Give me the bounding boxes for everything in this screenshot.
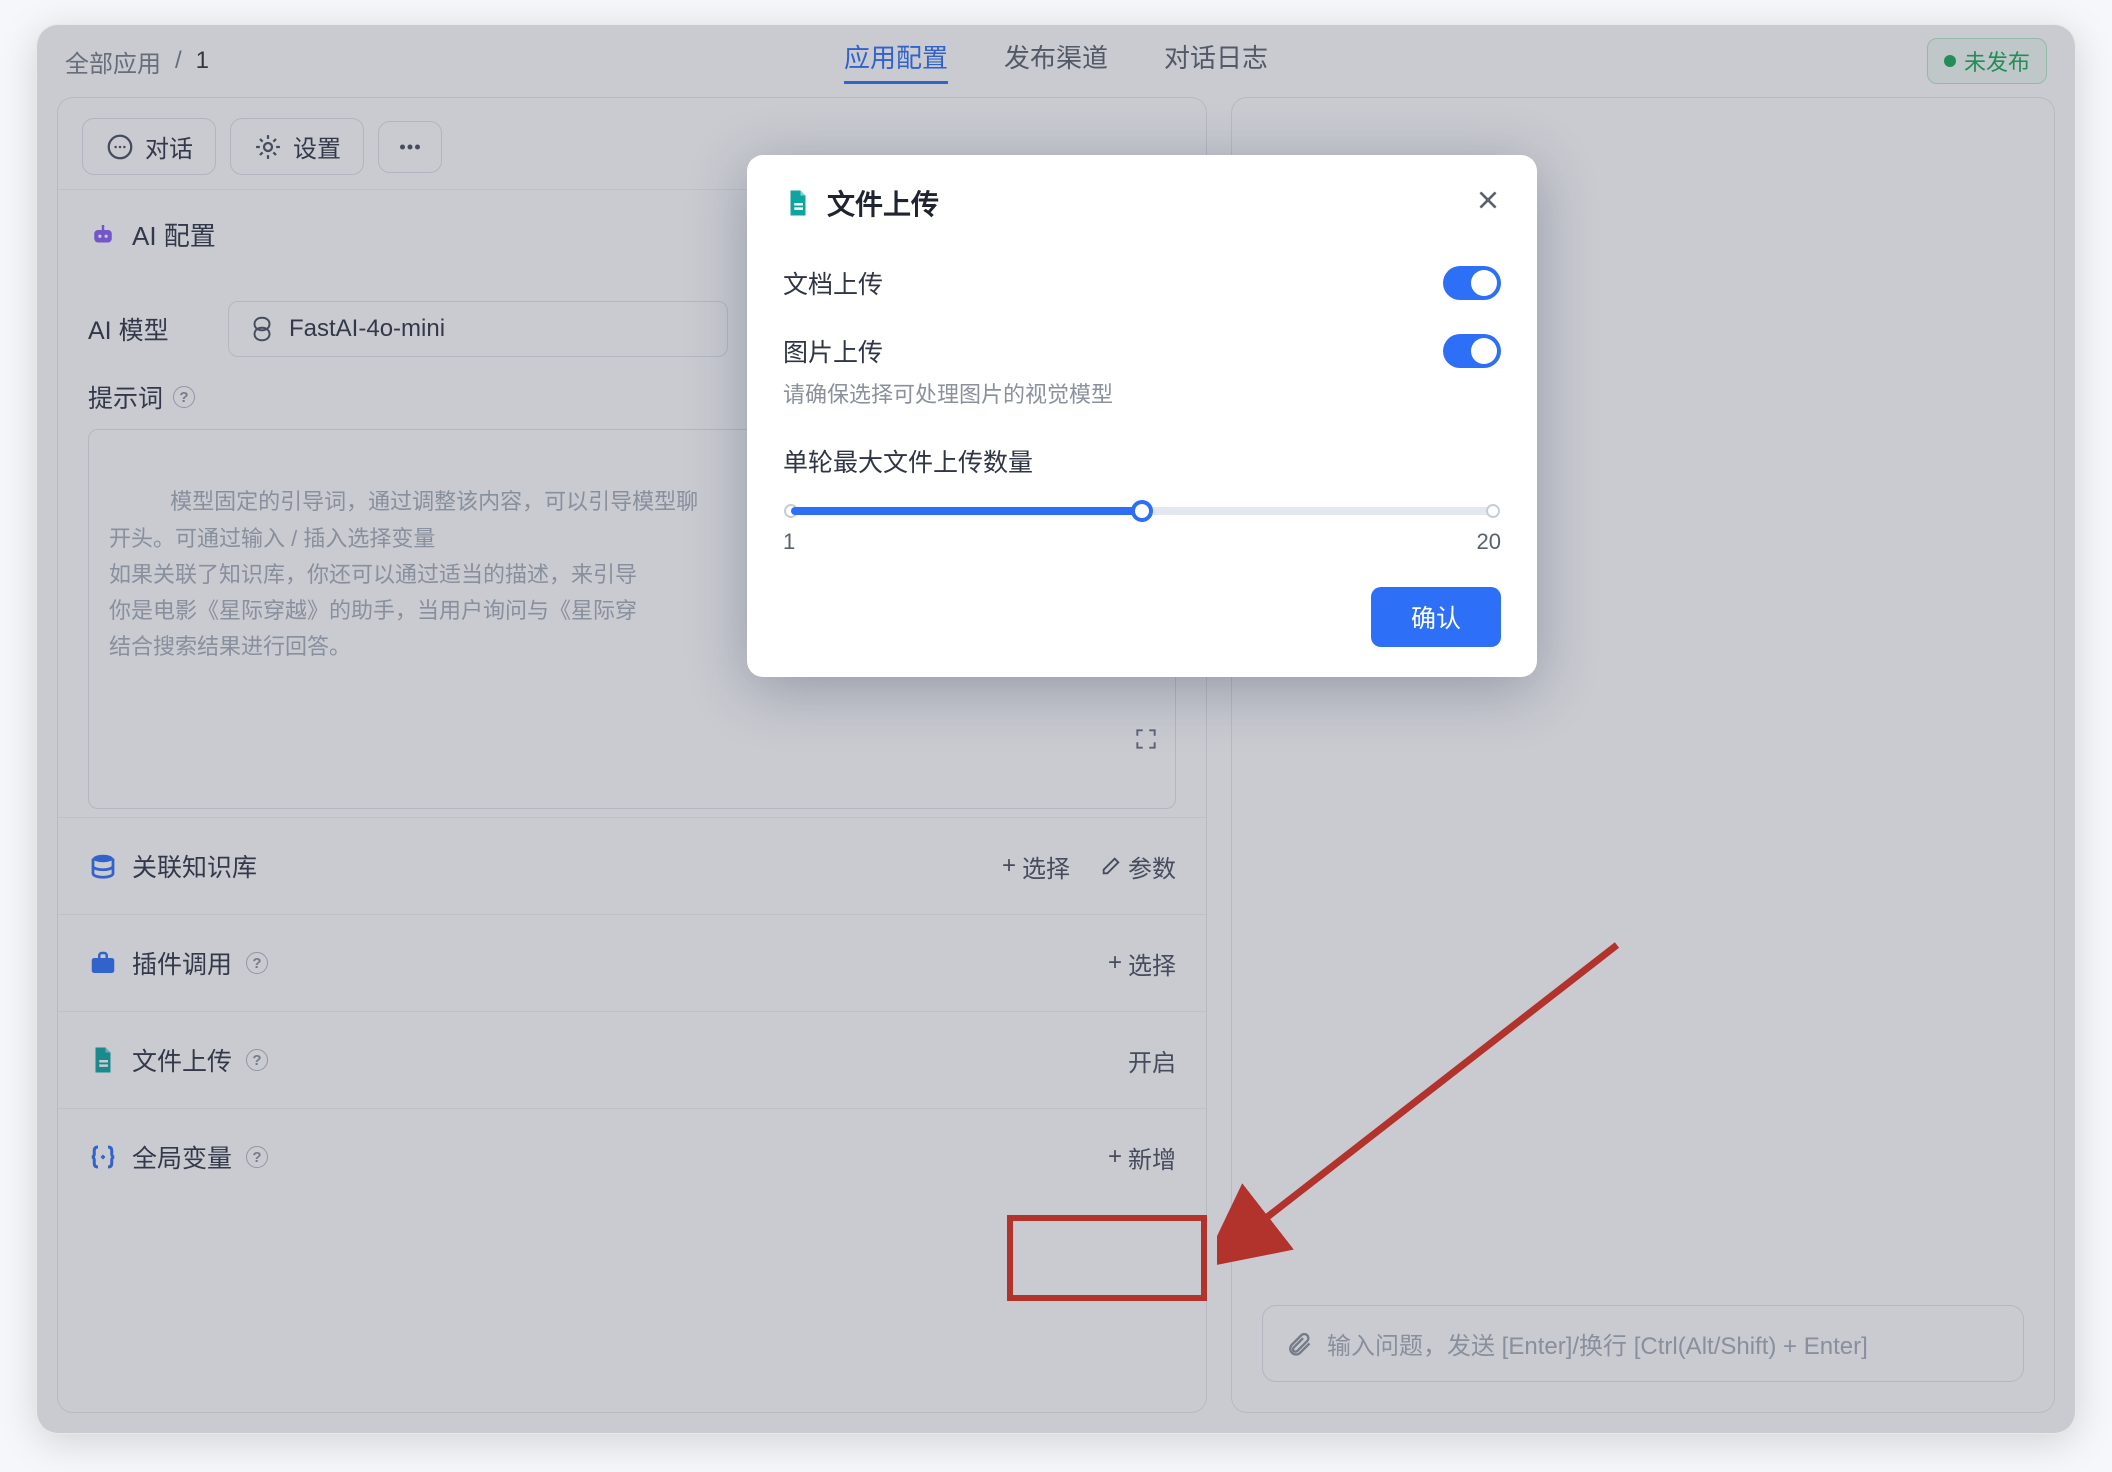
doc-upload-toggle[interactable]	[1443, 266, 1501, 300]
img-upload-toggle[interactable]	[1443, 334, 1501, 368]
modal-close-button[interactable]	[1475, 187, 1501, 220]
slider-min-label: 1	[783, 529, 795, 555]
file-upload-modal: 文件上传 文档上传 图片上传 请确保选择可处理图片的视觉模型 单轮最大文件上传数…	[747, 155, 1537, 677]
slider-max-label: 20	[1477, 529, 1501, 555]
close-icon	[1475, 187, 1501, 213]
confirm-button[interactable]: 确认	[1371, 587, 1501, 647]
slider-fill	[791, 507, 1142, 515]
modal-title: 文件上传	[827, 183, 939, 223]
img-upload-row: 图片上传	[783, 317, 1501, 385]
max-files-label: 单轮最大文件上传数量	[783, 443, 1501, 479]
slider-thumb[interactable]	[1131, 500, 1153, 522]
slider-max-dot-icon	[1486, 504, 1500, 518]
img-upload-label: 图片上传	[783, 333, 883, 369]
img-upload-hint: 请确保选择可处理图片的视觉模型	[783, 377, 1501, 409]
max-files-slider[interactable]	[791, 507, 1493, 515]
file-icon	[783, 188, 813, 218]
doc-upload-label: 文档上传	[783, 265, 883, 301]
doc-upload-row: 文档上传	[783, 249, 1501, 317]
